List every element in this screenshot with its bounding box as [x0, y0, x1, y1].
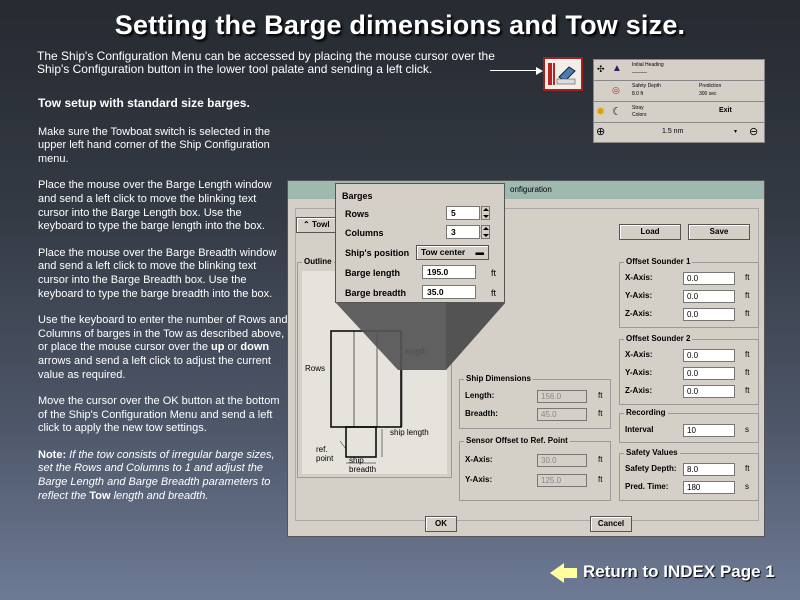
sounder2-x-field[interactable]: 0.0: [683, 349, 735, 362]
compass-icon[interactable]: ✣: [597, 64, 605, 75]
ok-button[interactable]: OK: [425, 516, 457, 532]
pointer-arrow-head: [536, 67, 543, 75]
sounder2-z-field[interactable]: 0.0: [683, 385, 735, 398]
instruction-step-5: Move the cursor over the OK button at th…: [38, 395, 280, 435]
instruction-step-3: Place the mouse over the Barge Breadth w…: [38, 246, 277, 300]
cancel-button[interactable]: Cancel: [590, 516, 632, 532]
rows-spinner[interactable]: [481, 206, 490, 220]
ship-configuration-button[interactable]: [543, 57, 583, 91]
instruction-step-1: Make sure the Towboat switch is selected…: [38, 125, 271, 165]
sensor-y-field: 125.0: [537, 474, 587, 487]
back-arrow-icon: [550, 562, 564, 583]
offset-sounder-2-group: Offset Sounder 2 X-Axis: 0.0 ft Y-Axis: …: [619, 334, 759, 405]
zoom-in-icon[interactable]: ⊕: [596, 125, 605, 138]
sun-icon[interactable]: ✹: [596, 105, 605, 118]
zoom-dropdown-icon[interactable]: ▾: [734, 128, 737, 135]
depth-alarm-icon[interactable]: ◎: [612, 85, 620, 96]
ship-icon[interactable]: ▲: [612, 63, 622, 74]
columns-field[interactable]: 3: [446, 225, 480, 239]
dropdown-icon: ▬: [475, 247, 485, 257]
instruction-step-4: Use the keyboard to enter the number of …: [38, 314, 288, 381]
safety-depth-field[interactable]: 8.0: [683, 463, 735, 476]
barge-length-field[interactable]: 195.0: [422, 265, 476, 279]
load-button[interactable]: Load: [619, 224, 681, 240]
ship-breadth-field: 45.0: [537, 408, 587, 421]
barge-breadth-field[interactable]: 35.0: [422, 285, 476, 299]
prediction-time-field[interactable]: 180: [683, 481, 735, 494]
sounder1-z-field[interactable]: 0.0: [683, 308, 735, 321]
exit-button[interactable]: Exit: [719, 107, 732, 114]
zoom-level: 1.5 nm: [662, 128, 684, 135]
instruction-step-2: Place the mouse over the Barge Length wi…: [38, 179, 272, 233]
rows-field[interactable]: 5: [446, 206, 480, 220]
towboat-switch[interactable]: ⌃ Towl: [296, 217, 336, 233]
instructions: Tow setup with standard size barges. Mak…: [38, 96, 288, 516]
pointer-arrow-line: [490, 70, 540, 71]
offset-sounder-1-group: Offset Sounder 1 X-Axis: 0.0 ft Y-Axis: …: [619, 257, 759, 328]
sounder1-x-field[interactable]: 0.0: [683, 272, 735, 285]
moon-icon[interactable]: ☾: [612, 105, 622, 118]
page-title: Setting the Barge dimensions and Tow siz…: [114, 10, 686, 40]
save-button[interactable]: Save: [688, 224, 750, 240]
sounder1-y-field[interactable]: 0.0: [683, 290, 735, 303]
ship-config-icon: [548, 63, 576, 85]
columns-spinner[interactable]: [481, 225, 490, 239]
sensor-x-field: 30.0: [537, 454, 587, 467]
chevron-up-icon: ⌃: [303, 220, 310, 229]
ships-position-select[interactable]: Tow center ▬: [416, 245, 489, 260]
zoom-out-icon[interactable]: ⊖: [749, 125, 758, 138]
ship-dimensions-group: Ship Dimensions Length: 156.0 ft Breadth…: [459, 374, 611, 429]
note: Note: If the tow consists of irregular b…: [38, 448, 275, 502]
safety-values-group: Safety Values Safety Depth: 8.0 ft Pred.…: [619, 448, 759, 501]
tool-palette-panel: ✣ ▲ Initial Heading ——— ◎ Safety Depth 8…: [593, 59, 765, 143]
instructions-heading: Tow setup with standard size barges.: [38, 96, 250, 110]
sensor-offset-group: Sensor Offset to Ref. Point X-Axis: 30.0…: [459, 436, 611, 501]
intro-text: The Ship's Configuration Menu can be acc…: [37, 49, 495, 76]
sounder2-y-field[interactable]: 0.0: [683, 367, 735, 380]
barges-group-zoomed: Barges Rows 5 Columns 3 Ship's position …: [335, 183, 505, 303]
tool-palette: ✣ ▲ Initial Heading ——— ◎ Safety Depth 8…: [543, 55, 765, 145]
recording-interval-field[interactable]: 10: [683, 424, 735, 437]
recording-group: Recording Interval 10 s: [619, 408, 759, 443]
ship-length-field: 156.0: [537, 390, 587, 403]
return-to-index-link[interactable]: Return to INDEX Page 1: [550, 562, 775, 583]
